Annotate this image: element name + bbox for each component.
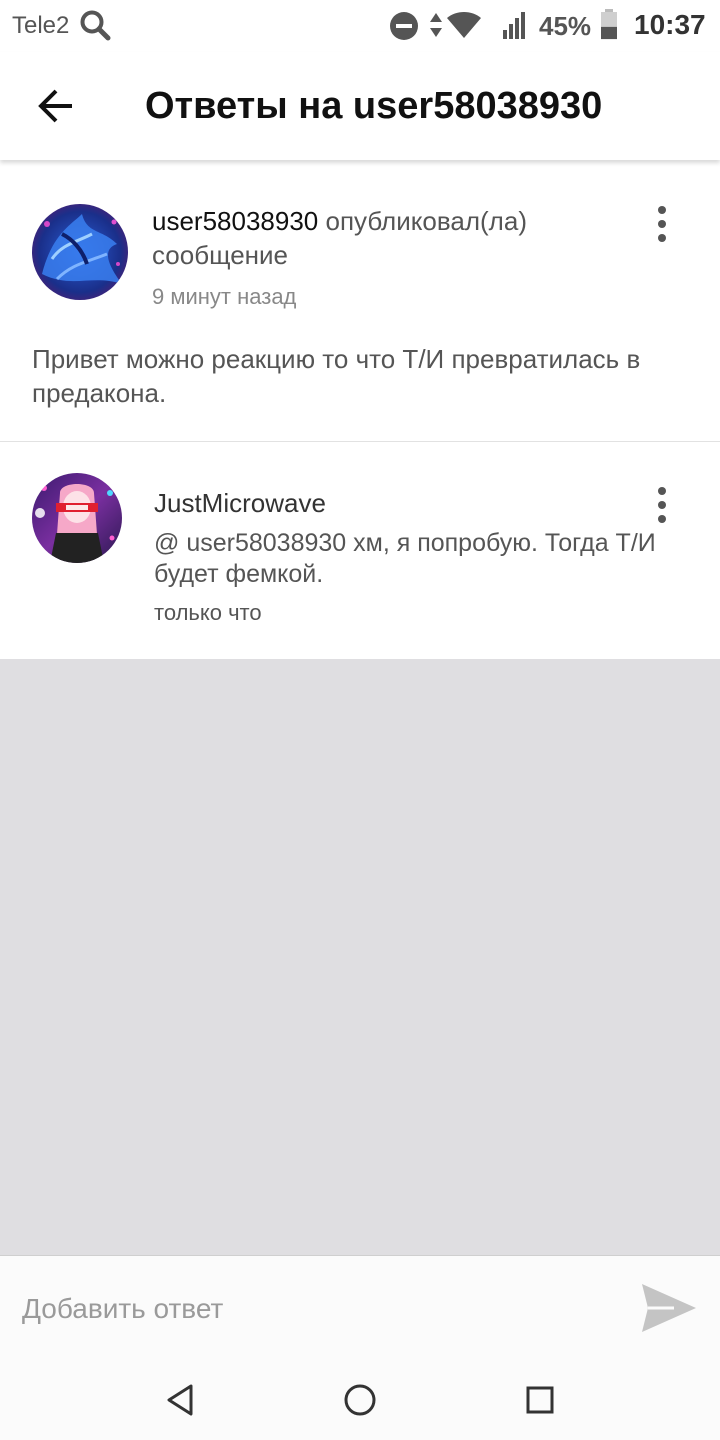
system-nav-bar bbox=[0, 1360, 720, 1440]
post-author[interactable]: user58038930 bbox=[152, 206, 318, 236]
nav-recents-button[interactable] bbox=[518, 1378, 562, 1422]
reply-text: @ user58038930 хм, я попробую. Тогда Т/И… bbox=[154, 529, 656, 588]
reply-timestamp: только что bbox=[154, 600, 262, 625]
avatar[interactable] bbox=[32, 473, 122, 563]
nav-back-button[interactable] bbox=[158, 1378, 202, 1422]
nav-back-icon bbox=[167, 1384, 193, 1416]
reply-input-bar bbox=[0, 1255, 720, 1360]
arrow-left-icon bbox=[38, 89, 72, 123]
post-body: Привет можно реакцию то что Т/И преврати… bbox=[32, 344, 641, 408]
post-header: user58038930 опубликовал(ла) сообщение bbox=[152, 204, 612, 272]
avatar[interactable] bbox=[32, 204, 128, 300]
signal-icon bbox=[503, 12, 525, 39]
wifi-icon bbox=[447, 12, 481, 38]
post-timestamp: 9 минут назад bbox=[152, 284, 297, 309]
app-bar: Ответы на user58038930 bbox=[0, 52, 720, 160]
send-icon bbox=[642, 1284, 696, 1332]
nav-home-button[interactable] bbox=[338, 1378, 382, 1422]
more-vert-icon bbox=[658, 487, 666, 495]
reply-more-button[interactable] bbox=[642, 481, 682, 529]
clock: 10:37 bbox=[634, 9, 706, 40]
carrier-label: Tele2 bbox=[12, 12, 70, 39]
reply-item: JustMicrowave @ user58038930 хм, я попро… bbox=[0, 443, 720, 659]
do-not-disturb-icon bbox=[390, 12, 418, 40]
more-vert-icon bbox=[658, 206, 666, 214]
reply-input[interactable] bbox=[22, 1286, 612, 1332]
nav-home-icon bbox=[344, 1384, 376, 1416]
avatar-image bbox=[32, 473, 122, 563]
original-post: user58038930 опубликовал(ла) сообщение 9… bbox=[0, 160, 720, 442]
reply-author[interactable]: JustMicrowave bbox=[154, 488, 326, 519]
nav-recents-icon bbox=[526, 1386, 554, 1414]
search-icon bbox=[80, 10, 111, 41]
post-more-button[interactable] bbox=[642, 200, 682, 248]
page-title: Ответы на user58038930 bbox=[145, 85, 603, 127]
battery-percent: 45% bbox=[539, 11, 592, 41]
avatar-image bbox=[32, 204, 128, 300]
empty-replies-area bbox=[0, 659, 720, 1255]
status-bar: Tele2 45% 10:37 bbox=[0, 0, 720, 52]
data-arrows-icon bbox=[430, 13, 442, 37]
battery-icon bbox=[601, 9, 617, 40]
back-button[interactable] bbox=[30, 80, 82, 132]
send-button[interactable] bbox=[640, 1280, 698, 1336]
